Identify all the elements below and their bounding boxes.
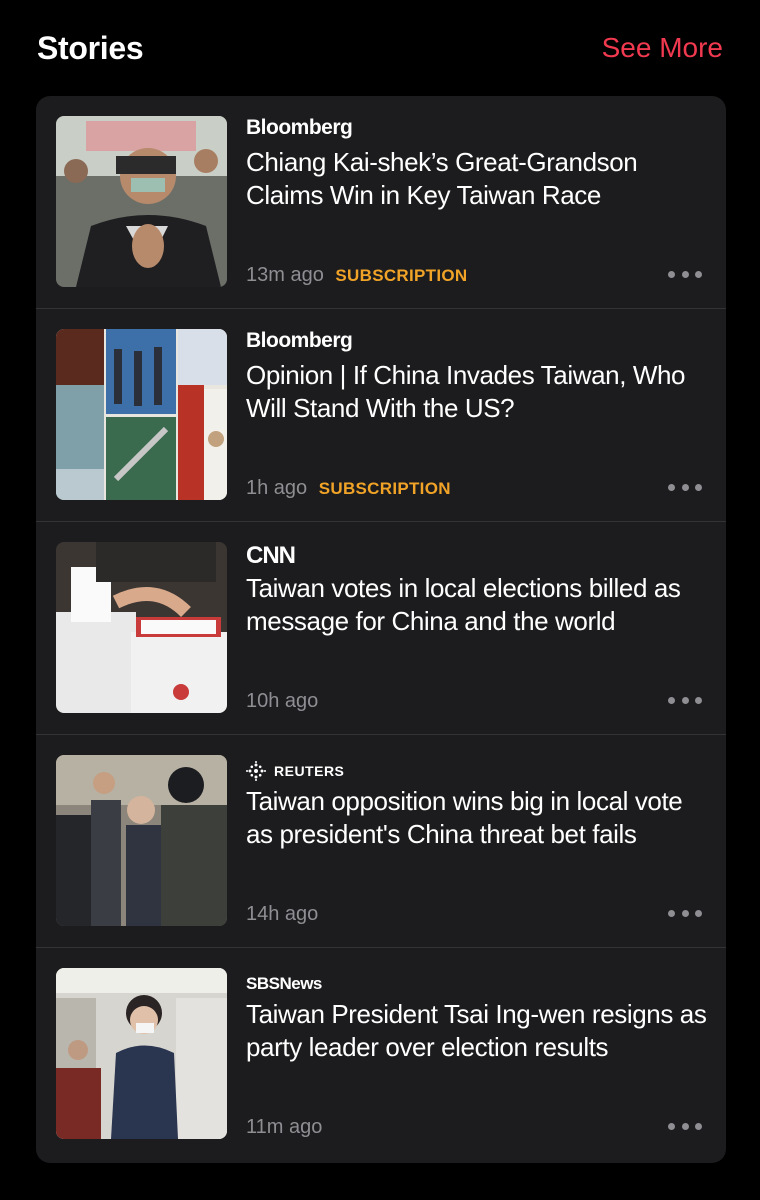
publisher-name: CNN bbox=[246, 542, 296, 569]
section-title: Stories bbox=[37, 30, 144, 66]
more-options-icon[interactable] bbox=[668, 267, 702, 281]
publisher-name: Bloomberg bbox=[246, 116, 353, 139]
section-header: Stories See More bbox=[0, 0, 760, 96]
story-item[interactable]: REUTERS Taiwan opposition wins big in lo… bbox=[36, 735, 726, 948]
subscription-badge: SUBSCRIPTION bbox=[318, 479, 451, 498]
story-thumbnail bbox=[56, 968, 227, 1139]
story-headline[interactable]: Opinion | If China Invades Taiwan, Who W… bbox=[246, 359, 711, 425]
story-item[interactable]: SBS News Taiwan President Tsai Ing-wen re… bbox=[36, 948, 726, 1161]
more-options-icon[interactable] bbox=[668, 906, 702, 920]
story-time: 14h ago bbox=[246, 903, 319, 925]
story-thumbnail bbox=[56, 116, 227, 287]
more-options-icon[interactable] bbox=[668, 480, 702, 494]
reuters-logo-icon bbox=[246, 761, 266, 781]
more-options-icon[interactable] bbox=[668, 693, 702, 707]
story-thumbnail bbox=[56, 542, 227, 713]
story-meta: 11m ago bbox=[246, 1116, 322, 1139]
story-headline[interactable]: Taiwan President Tsai Ing-wen resigns as… bbox=[246, 998, 711, 1064]
publisher-prefix: SBS bbox=[246, 974, 280, 993]
story-headline[interactable]: Taiwan opposition wins big in local vote… bbox=[246, 785, 711, 851]
publisher-suffix: News bbox=[279, 974, 322, 993]
story-meta: 10h ago bbox=[246, 690, 318, 713]
story-time: 10h ago bbox=[246, 690, 319, 712]
story-item[interactable]: Bloomberg Chiang Kai-shek’s Great-Grands… bbox=[36, 96, 726, 309]
story-item[interactable]: Bloomberg Opinion | If China Invades Tai… bbox=[36, 309, 726, 522]
story-meta: 1h ago SUBSCRIPTION bbox=[246, 477, 451, 500]
publisher-label: REUTERS bbox=[274, 763, 345, 779]
publisher-name: REUTERS bbox=[246, 759, 344, 783]
story-headline[interactable]: Chiang Kai-shek’s Great-Grandson Claims … bbox=[246, 146, 711, 212]
subscription-badge: SUBSCRIPTION bbox=[335, 266, 468, 285]
story-time: 1h ago bbox=[246, 477, 308, 499]
see-more-link[interactable]: See More bbox=[602, 32, 723, 64]
story-thumbnail bbox=[56, 329, 227, 500]
story-thumbnail bbox=[56, 755, 227, 926]
story-time: 13m ago bbox=[246, 264, 324, 286]
stories-list: Bloomberg Chiang Kai-shek’s Great-Grands… bbox=[36, 96, 726, 1163]
story-item[interactable]: CNN Taiwan votes in local elections bill… bbox=[36, 522, 726, 735]
story-meta: 14h ago bbox=[246, 903, 318, 926]
publisher-name: Bloomberg bbox=[246, 329, 353, 352]
publisher-name: SBS News bbox=[246, 972, 322, 996]
story-headline[interactable]: Taiwan votes in local elections billed a… bbox=[246, 572, 711, 638]
story-meta: 13m ago SUBSCRIPTION bbox=[246, 264, 467, 287]
story-time: 11m ago bbox=[246, 1116, 323, 1138]
more-options-icon[interactable] bbox=[668, 1119, 702, 1133]
